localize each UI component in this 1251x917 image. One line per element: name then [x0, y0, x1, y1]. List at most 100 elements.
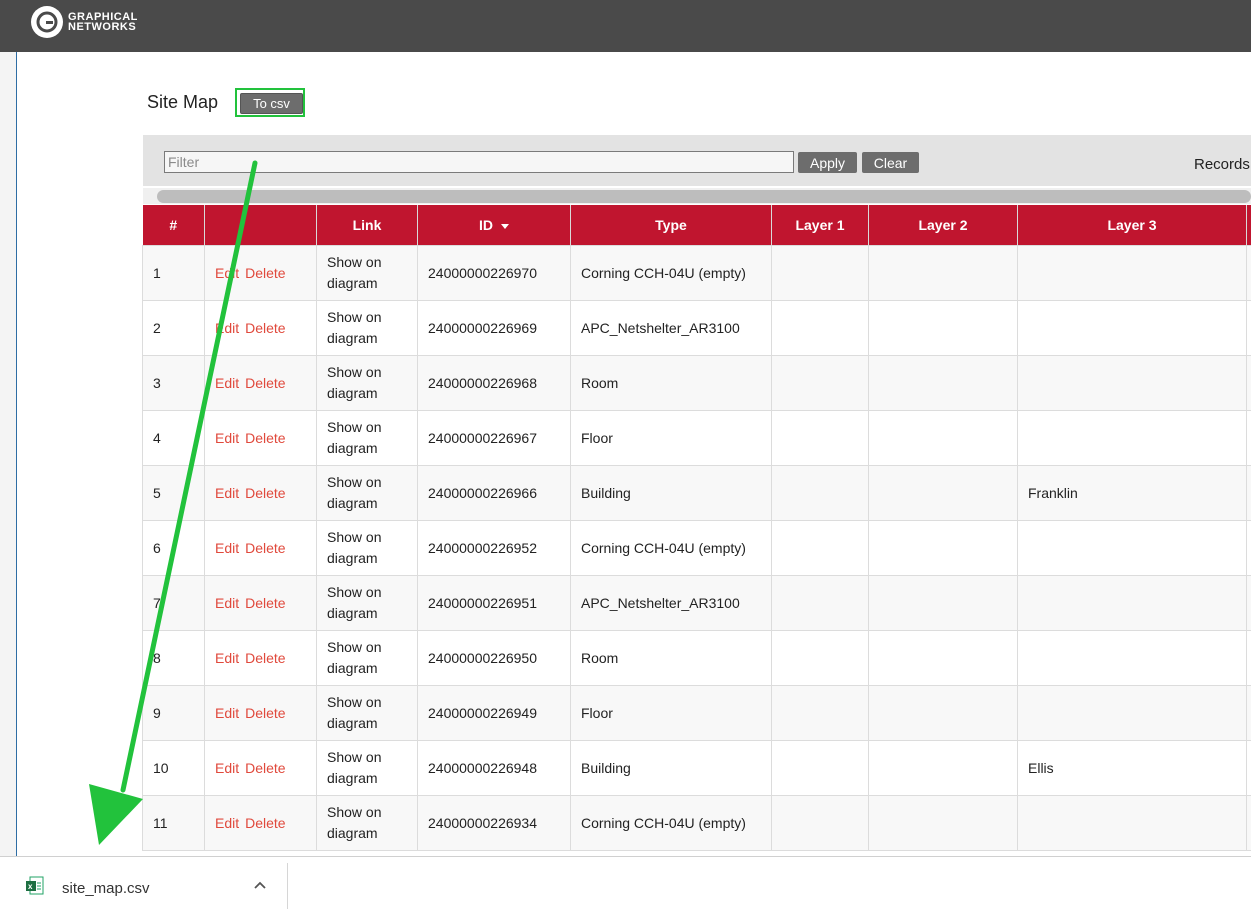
- edit-link[interactable]: Edit: [215, 705, 239, 721]
- delete-link[interactable]: Delete: [245, 485, 285, 501]
- header-number[interactable]: #: [143, 205, 205, 246]
- header-id[interactable]: ID: [418, 205, 571, 246]
- row-type-link[interactable]: Room: [571, 631, 772, 686]
- row-number: 1: [143, 246, 205, 301]
- delete-link[interactable]: Delete: [245, 705, 285, 721]
- delete-link[interactable]: Delete: [245, 815, 285, 831]
- show-on-diagram-link[interactable]: Show on diagram: [317, 246, 418, 301]
- delete-link[interactable]: Delete: [245, 320, 285, 336]
- row-number: 8: [143, 631, 205, 686]
- row-layer-3: [1018, 356, 1247, 411]
- show-on-diagram-link[interactable]: Show on diagram: [317, 631, 418, 686]
- table-row: 11EditDeleteShow on diagram2400000022693…: [143, 796, 1251, 851]
- download-filename[interactable]: site_map.csv: [62, 880, 150, 897]
- row-layer-3: Ellis: [1018, 741, 1247, 796]
- row-layer-1: [772, 576, 869, 631]
- row-layer-1: [772, 246, 869, 301]
- edit-link[interactable]: Edit: [215, 265, 239, 281]
- edit-link[interactable]: Edit: [215, 540, 239, 556]
- row-layer-1: [772, 686, 869, 741]
- row-id: 24000000226948: [418, 741, 571, 796]
- site-map-table: # Link ID Type Layer 1 Layer 2 Layer 3 1…: [142, 205, 1251, 851]
- row-id: 24000000226968: [418, 356, 571, 411]
- chevron-up-icon[interactable]: [253, 878, 267, 897]
- row-id: 24000000226934: [418, 796, 571, 851]
- row-overflow-cell: [1247, 741, 1251, 796]
- row-type-link[interactable]: Building: [571, 466, 772, 521]
- row-overflow-cell: [1247, 411, 1251, 466]
- row-id: 24000000226970: [418, 246, 571, 301]
- show-on-diagram-link[interactable]: Show on diagram: [317, 411, 418, 466]
- graphical-networks-logo[interactable]: GRAPHICAL NETWORKS: [31, 6, 138, 38]
- row-type-link[interactable]: Corning CCH-04U (empty): [571, 246, 772, 301]
- show-on-diagram-link[interactable]: Show on diagram: [317, 356, 418, 411]
- show-on-diagram-link[interactable]: Show on diagram: [317, 466, 418, 521]
- clear-button[interactable]: Clear: [862, 152, 919, 173]
- row-layer-3: [1018, 796, 1247, 851]
- row-id: 24000000226967: [418, 411, 571, 466]
- row-layer-2: [869, 741, 1018, 796]
- delete-link[interactable]: Delete: [245, 760, 285, 776]
- filter-input[interactable]: [164, 151, 794, 173]
- row-type-link[interactable]: Building: [571, 741, 772, 796]
- table-row: 9EditDeleteShow on diagram24000000226949…: [143, 686, 1251, 741]
- edit-link[interactable]: Edit: [215, 320, 239, 336]
- show-on-diagram-link[interactable]: Show on diagram: [317, 741, 418, 796]
- header-type[interactable]: Type: [571, 205, 772, 246]
- row-type-link[interactable]: Room: [571, 356, 772, 411]
- header-layer-1[interactable]: Layer 1: [772, 205, 869, 246]
- to-csv-button[interactable]: To csv: [240, 93, 303, 114]
- download-item[interactable]: x: [25, 876, 45, 896]
- row-layer-3: [1018, 411, 1247, 466]
- row-type-link[interactable]: APC_Netshelter_AR3100: [571, 576, 772, 631]
- row-actions: Edit Delete: [205, 301, 317, 356]
- row-type-link[interactable]: Floor: [571, 686, 772, 741]
- edit-link[interactable]: Edit: [215, 650, 239, 666]
- delete-link[interactable]: Delete: [245, 430, 285, 446]
- header-layer-2[interactable]: Layer 2: [869, 205, 1018, 246]
- table-row: 2EditDeleteShow on diagram24000000226969…: [143, 301, 1251, 356]
- row-layer-1: [772, 411, 869, 466]
- row-layer-3: [1018, 521, 1247, 576]
- edit-link[interactable]: Edit: [215, 815, 239, 831]
- download-bar: [0, 856, 1251, 917]
- delete-link[interactable]: Delete: [245, 595, 285, 611]
- header-link[interactable]: Link: [317, 205, 418, 246]
- header-id-label: ID: [479, 217, 493, 233]
- row-actions: Edit Delete: [205, 741, 317, 796]
- apply-button[interactable]: Apply: [798, 152, 857, 173]
- row-overflow-cell: [1247, 466, 1251, 521]
- edit-link[interactable]: Edit: [215, 430, 239, 446]
- records-label: Records: [1194, 156, 1250, 173]
- edit-link[interactable]: Edit: [215, 485, 239, 501]
- row-layer-1: [772, 521, 869, 576]
- row-overflow-cell: [1247, 796, 1251, 851]
- row-type-link[interactable]: Corning CCH-04U (empty): [571, 521, 772, 576]
- show-on-diagram-link[interactable]: Show on diagram: [317, 301, 418, 356]
- horizontal-scrollbar-thumb[interactable]: [157, 190, 1251, 203]
- row-layer-1: [772, 466, 869, 521]
- show-on-diagram-link[interactable]: Show on diagram: [317, 576, 418, 631]
- row-number: 6: [143, 521, 205, 576]
- row-layer-2: [869, 521, 1018, 576]
- header-layer-3[interactable]: Layer 3: [1018, 205, 1247, 246]
- delete-link[interactable]: Delete: [245, 650, 285, 666]
- show-on-diagram-link[interactable]: Show on diagram: [317, 796, 418, 851]
- row-overflow-cell: [1247, 246, 1251, 301]
- delete-link[interactable]: Delete: [245, 375, 285, 391]
- edit-link[interactable]: Edit: [215, 375, 239, 391]
- row-type-link[interactable]: Corning CCH-04U (empty): [571, 796, 772, 851]
- show-on-diagram-link[interactable]: Show on diagram: [317, 686, 418, 741]
- header-actions: [205, 205, 317, 246]
- edit-link[interactable]: Edit: [215, 595, 239, 611]
- edit-link[interactable]: Edit: [215, 760, 239, 776]
- delete-link[interactable]: Delete: [245, 540, 285, 556]
- row-number: 9: [143, 686, 205, 741]
- row-type-link[interactable]: APC_Netshelter_AR3100: [571, 301, 772, 356]
- row-overflow-cell: [1247, 521, 1251, 576]
- row-type-link[interactable]: Floor: [571, 411, 772, 466]
- row-layer-2: [869, 246, 1018, 301]
- delete-link[interactable]: Delete: [245, 265, 285, 281]
- row-actions: Edit Delete: [205, 466, 317, 521]
- show-on-diagram-link[interactable]: Show on diagram: [317, 521, 418, 576]
